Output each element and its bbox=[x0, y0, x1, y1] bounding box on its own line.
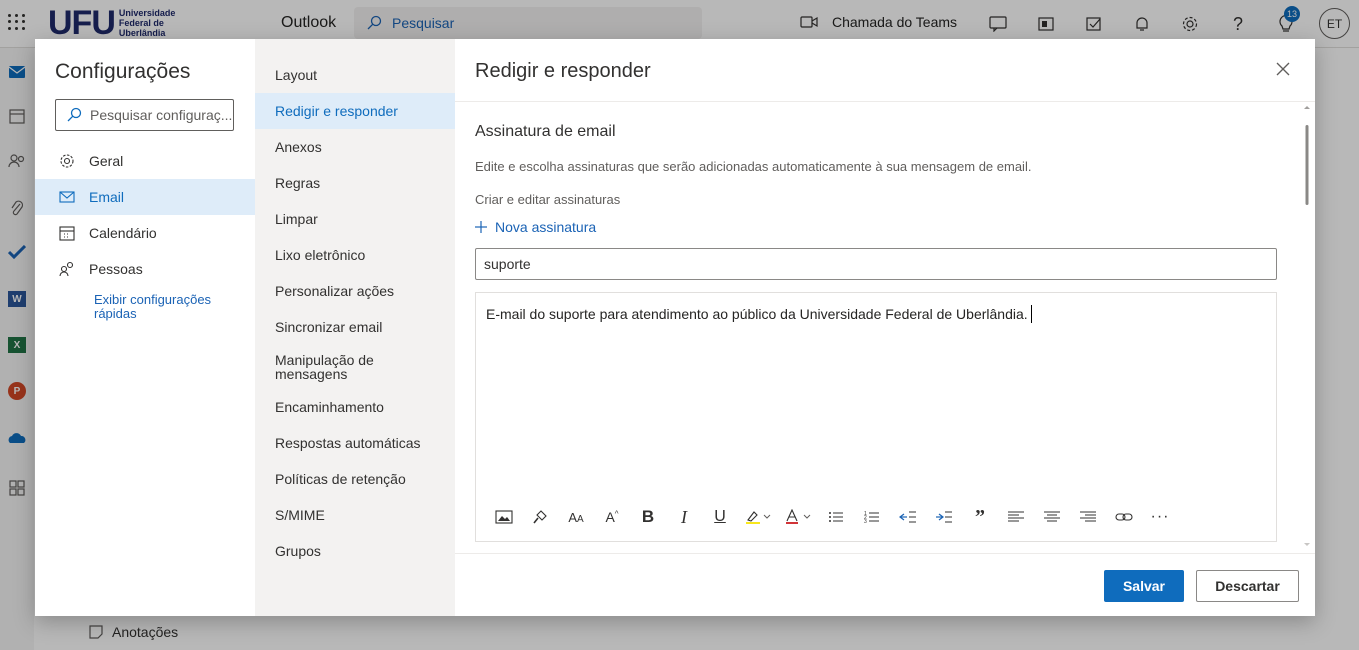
save-button[interactable]: Salvar bbox=[1104, 570, 1184, 602]
gear-icon bbox=[60, 154, 74, 168]
svg-text:3: 3 bbox=[864, 519, 867, 524]
mail-icon bbox=[59, 191, 75, 203]
category-label: Pessoas bbox=[89, 261, 143, 277]
more-options-icon[interactable]: ··· bbox=[1142, 505, 1178, 529]
panel-content: Assinatura de email Edite e escolha assi… bbox=[475, 101, 1285, 553]
italic-icon[interactable]: I bbox=[666, 505, 702, 529]
settings-dialog: Configurações Pesquisar configuraç... Ge… bbox=[35, 39, 1315, 616]
category-label: Calendário bbox=[89, 225, 157, 241]
section-smime[interactable]: S/MIME bbox=[255, 497, 455, 533]
underline-icon[interactable]: U bbox=[702, 505, 738, 529]
category-general[interactable]: Geral bbox=[35, 143, 255, 179]
section-compose-reply[interactable]: Redigir e responder bbox=[255, 93, 455, 129]
create-edit-label: Criar e editar assinaturas bbox=[475, 192, 621, 207]
section-junk[interactable]: Lixo eletrônico bbox=[255, 237, 455, 273]
link-icon[interactable] bbox=[1106, 505, 1142, 529]
close-icon[interactable] bbox=[1275, 61, 1291, 77]
section-automatic-replies[interactable]: Respostas automáticas bbox=[255, 425, 455, 461]
insert-image-icon[interactable] bbox=[486, 505, 522, 529]
signature-name-field[interactable] bbox=[475, 248, 1277, 280]
section-layout[interactable]: Layout bbox=[255, 57, 455, 93]
bullets-icon[interactable] bbox=[818, 505, 854, 529]
category-email[interactable]: Email bbox=[35, 179, 255, 215]
settings-categories: Configurações Pesquisar configuraç... Ge… bbox=[35, 39, 255, 616]
quick-settings-link[interactable]: Exibir configurações rápidas bbox=[94, 293, 244, 321]
font-color-icon[interactable] bbox=[778, 505, 818, 529]
panel-scrollbar[interactable] bbox=[1302, 103, 1312, 551]
category-people[interactable]: Pessoas bbox=[35, 251, 255, 287]
plus-icon bbox=[475, 221, 487, 233]
font-grow-icon[interactable]: A^ bbox=[594, 505, 630, 529]
signature-body-text: E-mail do suporte para atendimento ao pú… bbox=[486, 306, 1028, 322]
numbering-icon[interactable]: 123 bbox=[854, 505, 890, 529]
discard-button[interactable]: Descartar bbox=[1196, 570, 1299, 602]
section-customize-actions[interactable]: Personalizar ações bbox=[255, 273, 455, 309]
section-forwarding[interactable]: Encaminhamento bbox=[255, 389, 455, 425]
section-message-handling[interactable]: Manipulação de mensagens bbox=[255, 345, 395, 389]
increase-indent-icon[interactable] bbox=[926, 505, 962, 529]
category-label: Email bbox=[89, 189, 125, 205]
new-signature-label: Nova assinatura bbox=[495, 219, 597, 235]
email-sections: Layout Redigir e responder Anexos Regras… bbox=[255, 39, 455, 616]
category-calendar[interactable]: Calendário bbox=[35, 215, 255, 251]
signature-editor[interactable]: E-mail do suporte para atendimento ao pú… bbox=[475, 292, 1277, 542]
align-center-icon[interactable] bbox=[1034, 505, 1070, 529]
section-rules[interactable]: Regras bbox=[255, 165, 455, 201]
bold-icon[interactable]: B bbox=[630, 505, 666, 529]
panel-title: Redigir e responder bbox=[475, 60, 651, 82]
calendar-icon bbox=[59, 226, 75, 241]
section-groups[interactable]: Grupos bbox=[255, 533, 455, 569]
category-label: Geral bbox=[89, 153, 124, 169]
people-icon bbox=[59, 261, 74, 277]
section-sweep[interactable]: Limpar bbox=[255, 201, 455, 237]
formatting-toolbar: AA A^ B I U 123 ” ··· bbox=[486, 505, 1178, 529]
quote-icon[interactable]: ” bbox=[962, 505, 998, 529]
signature-body[interactable]: E-mail do suporte para atendimento ao pú… bbox=[486, 305, 1032, 323]
settings-search-placeholder: Pesquisar configuraç... bbox=[90, 107, 233, 123]
dialog-footer: Salvar Descartar bbox=[455, 553, 1315, 616]
font-size-icon[interactable]: AA bbox=[558, 505, 594, 529]
settings-search-input[interactable]: Pesquisar configuraç... bbox=[55, 99, 234, 131]
highlight-icon[interactable] bbox=[738, 505, 778, 529]
section-retention-policies[interactable]: Políticas de retenção bbox=[255, 461, 455, 497]
new-signature-button[interactable]: Nova assinatura bbox=[475, 219, 596, 235]
section-attachments[interactable]: Anexos bbox=[255, 129, 455, 165]
align-left-icon[interactable] bbox=[998, 505, 1034, 529]
settings-title: Configurações bbox=[55, 60, 191, 83]
section-description: Edite e escolha assinaturas que serão ad… bbox=[475, 159, 1032, 174]
search-icon bbox=[67, 107, 82, 122]
text-caret bbox=[1030, 305, 1032, 323]
align-right-icon[interactable] bbox=[1070, 505, 1106, 529]
settings-panel: Redigir e responder Assinatura de email … bbox=[455, 39, 1315, 616]
section-sync-email[interactable]: Sincronizar email bbox=[255, 309, 455, 345]
section-title: Assinatura de email bbox=[475, 123, 616, 140]
decrease-indent-icon[interactable] bbox=[890, 505, 926, 529]
format-painter-icon[interactable] bbox=[522, 505, 558, 529]
